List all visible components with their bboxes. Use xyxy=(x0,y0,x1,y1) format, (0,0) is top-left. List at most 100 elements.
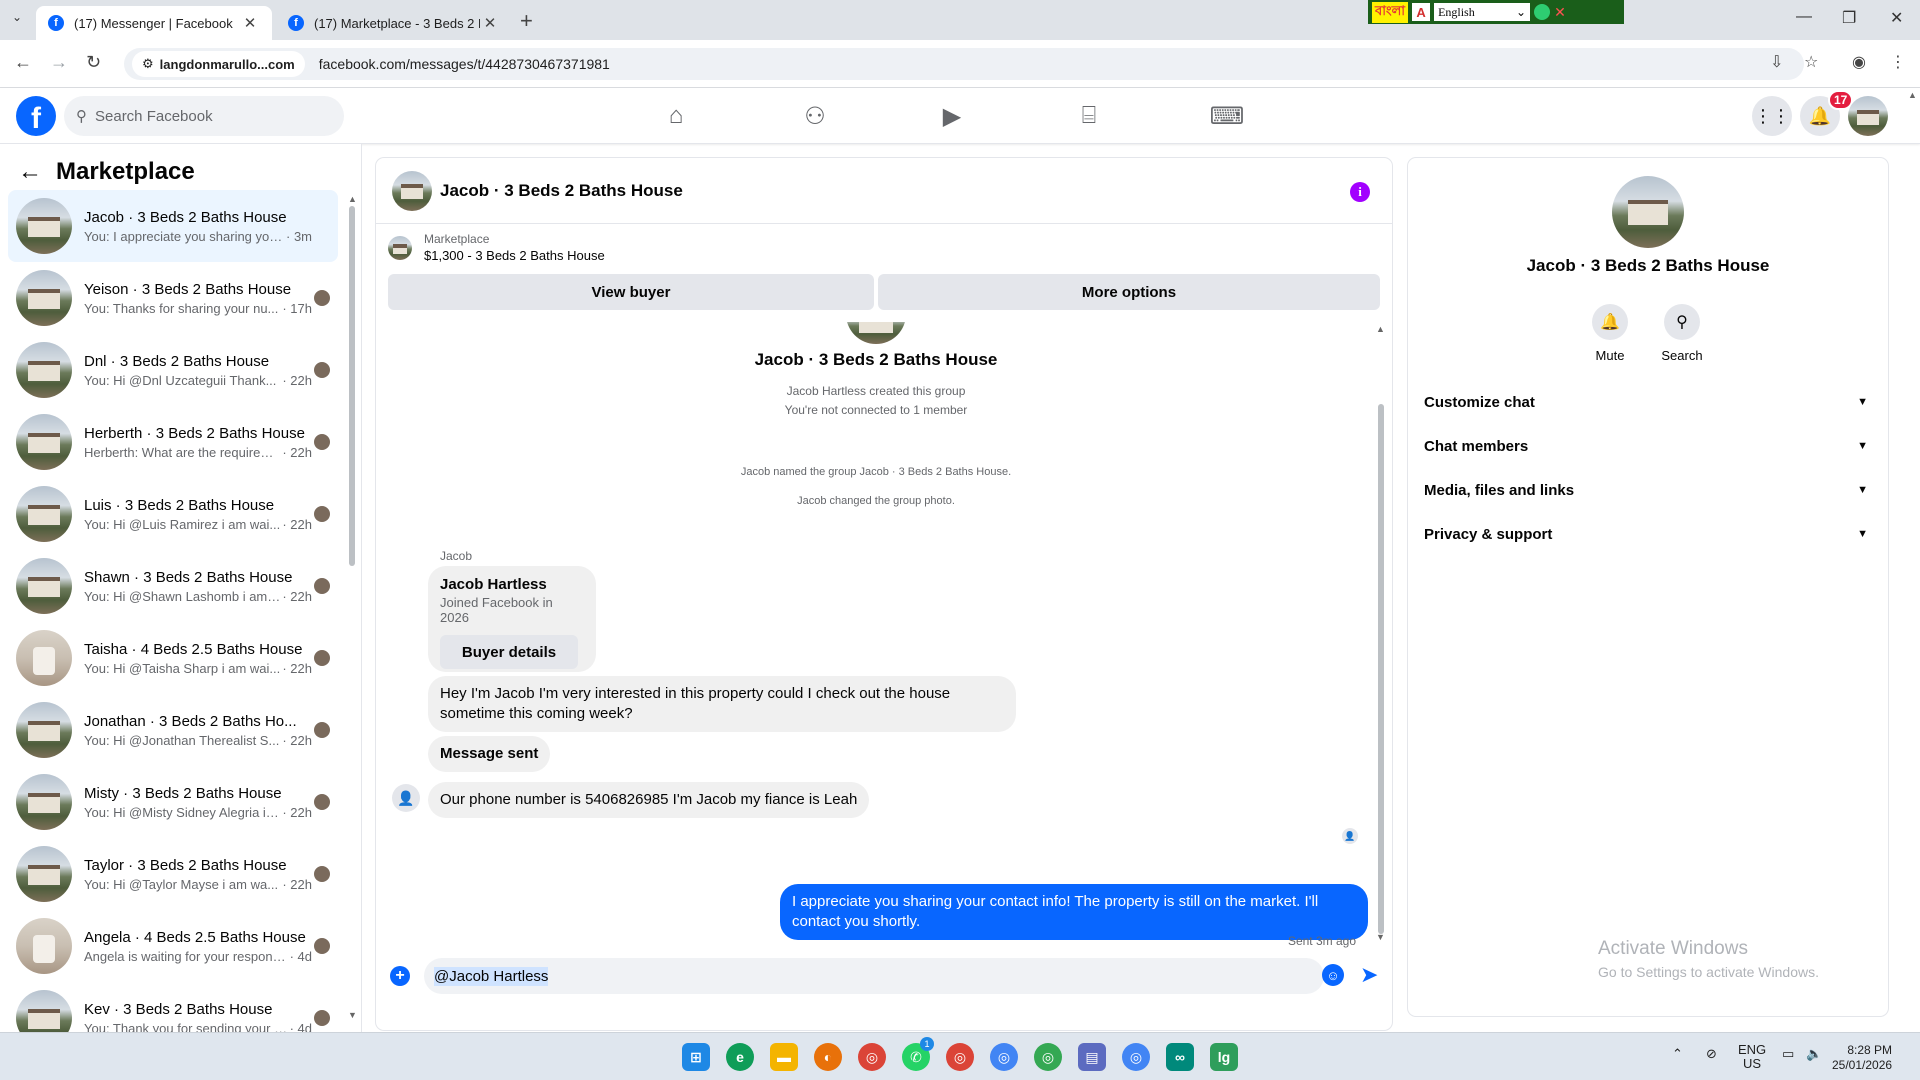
new-tab-button[interactable]: + xyxy=(520,8,533,34)
buyer-details-button[interactable]: Buyer details xyxy=(440,635,578,669)
conversation-item[interactable]: Jacob · 3 Beds 2 Baths House You: I appre… xyxy=(8,190,338,262)
conversation-item[interactable]: Jonathan · 3 Beds 2 Baths Ho... You: Hi @… xyxy=(8,694,338,766)
profile-name[interactable]: Jacob Hartless xyxy=(440,576,584,593)
conversation-item[interactable]: Angela · 4 Beds 2.5 Baths House Angela is… xyxy=(8,910,338,982)
reload-icon[interactable]: ↻ xyxy=(86,52,101,73)
sender-avatar[interactable]: 👤 xyxy=(392,784,420,812)
scrollbar-thumb[interactable] xyxy=(349,206,355,566)
conversation-item[interactable]: Misty · 3 Beds 2 Baths House You: Hi @Mis… xyxy=(8,766,338,838)
tab-marketplace[interactable]: f (17) Marketplace - 3 Beds 2 Bat ✕ xyxy=(276,6,512,40)
conversation-item[interactable]: Yeison · 3 Beds 2 Baths House You: Thanks… xyxy=(8,262,338,334)
menu-grid-icon[interactable]: ⋮⋮ xyxy=(1752,96,1792,136)
conversation-avatar xyxy=(16,414,72,470)
conversation-item[interactable]: Herberth · 3 Beds 2 Baths House Herberth:… xyxy=(8,406,338,478)
close-widget-icon[interactable]: ✕ xyxy=(1554,4,1566,21)
conversation-item[interactable]: Shawn · 3 Beds 2 Baths House You: Hi @Sha… xyxy=(8,550,338,622)
chrome-profile-icon[interactable]: ◎ xyxy=(990,1043,1018,1071)
start-windows-icon[interactable]: ⊞ xyxy=(682,1043,710,1071)
conversation-item[interactable]: Taylor · 3 Beds 2 Baths House You: Hi @Ta… xyxy=(8,838,338,910)
home-icon[interactable]: ⌂ xyxy=(656,102,696,130)
scroll-down-arrow-icon[interactable]: ▼ xyxy=(1376,932,1385,942)
bookmark-star-icon[interactable]: ☆ xyxy=(1804,52,1818,72)
language-indicator[interactable]: ENG US xyxy=(1738,1043,1766,1071)
chrome-profile-icon[interactable]: ◎ xyxy=(1034,1043,1062,1071)
tab-close-icon[interactable]: ✕ xyxy=(480,14,500,32)
edge-icon[interactable]: e xyxy=(726,1043,754,1071)
language-select[interactable]: English ⌄ xyxy=(1434,3,1531,21)
conversation-item[interactable]: Luis · 3 Beds 2 Baths House You: Hi @Luis… xyxy=(8,478,338,550)
app-icon[interactable]: ∞ xyxy=(1166,1043,1194,1071)
conversation-preview: You: Hi @Dnl Uzcateguii Thank... xyxy=(84,372,277,388)
page-scroll-up-arrow-icon[interactable]: ▲ xyxy=(1908,90,1917,100)
message-bubble-outgoing[interactable]: I appreciate you sharing your contact in… xyxy=(780,884,1368,940)
search-action[interactable]: ⚲ Search xyxy=(1642,304,1722,363)
network-icon[interactable]: ⊘ xyxy=(1706,1047,1717,1061)
info-icon[interactable]: i xyxy=(1350,182,1370,202)
facebook-logo-icon[interactable]: f xyxy=(16,96,56,136)
message-bubble-incoming[interactable]: Message sent xyxy=(428,736,551,772)
gaming-icon[interactable]: ⌨ xyxy=(1207,102,1247,131)
chrome-icon[interactable]: ◎ xyxy=(858,1043,886,1071)
firefox-icon[interactable]: ◐ xyxy=(814,1043,842,1071)
chat-avatar[interactable] xyxy=(392,170,432,211)
back-icon[interactable]: ← xyxy=(14,52,32,73)
friends-icon[interactable]: ⚇ xyxy=(795,102,835,131)
search-icon[interactable]: ⚲ xyxy=(1664,304,1700,340)
minimize-icon[interactable]: — xyxy=(1796,8,1812,26)
address-bar[interactable]: ⚙ langdonmarullo...com facebook.com/mess… xyxy=(124,48,1804,80)
site-info-chip[interactable]: ⚙ langdonmarullo...com xyxy=(132,51,305,77)
globe-icon[interactable] xyxy=(1534,4,1551,20)
system-clock[interactable]: 8:28 PM 25/01/2026 xyxy=(1832,1043,1892,1073)
scroll-down-arrow-icon[interactable]: ▼ xyxy=(348,1010,357,1020)
restore-icon[interactable]: ❐ xyxy=(1842,8,1856,28)
close-window-icon[interactable]: ✕ xyxy=(1890,8,1903,28)
section-customize-chat[interactable]: Customize chat ▼ xyxy=(1424,380,1872,424)
message-input[interactable]: @Jacob Hartless xyxy=(424,958,1324,994)
mute-bell-icon[interactable]: 🔔 xyxy=(1592,304,1628,340)
url-text: facebook.com/messages/t/4428730467371981 xyxy=(318,56,610,72)
message-bubble-incoming[interactable]: Hey I'm Jacob I'm very interested in thi… xyxy=(428,676,1016,732)
forward-icon[interactable]: → xyxy=(50,52,68,73)
send-icon[interactable]: ➤ xyxy=(1360,962,1378,988)
account-avatar[interactable] xyxy=(1848,96,1888,136)
details-avatar[interactable] xyxy=(1612,176,1684,248)
back-arrow-icon[interactable]: ← xyxy=(18,158,42,186)
chat-title[interactable]: Jacob · 3 Beds 2 Baths House xyxy=(440,181,683,201)
app-icon[interactable]: ▤ xyxy=(1078,1043,1106,1071)
display-icon[interactable]: ▭ xyxy=(1782,1047,1794,1061)
emoji-icon[interactable]: ☺ xyxy=(1322,964,1344,986)
tab-messenger[interactable]: f (17) Messenger | Facebook ✕ xyxy=(36,6,272,40)
chrome-profile-icon[interactable]: ◎ xyxy=(1122,1043,1150,1071)
message-bubble-incoming[interactable]: Our phone number is 5406826985 I'm Jacob… xyxy=(428,782,870,818)
section-privacy-support[interactable]: Privacy & support ▼ xyxy=(1424,512,1872,556)
marketplace-icon[interactable]: ⌸ xyxy=(1069,102,1109,130)
scroll-up-arrow-icon[interactable]: ▲ xyxy=(348,194,357,204)
tab-search-chevron-icon[interactable]: ⌄ xyxy=(12,10,22,24)
conversation-item[interactable]: Dnl · 3 Beds 2 Baths House You: Hi @Dnl U… xyxy=(8,334,338,406)
sidebar-scrollbar[interactable]: ▲ ▼ xyxy=(348,194,357,1024)
listing-summary[interactable]: Marketplace $1,300 - 3 Beds 2 Baths Hous… xyxy=(388,232,605,263)
profile-icon[interactable]: ◉ xyxy=(1852,52,1866,72)
install-app-icon[interactable]: ⇩ xyxy=(1770,52,1783,72)
browser-menu-icon[interactable]: ⋮ xyxy=(1890,52,1906,72)
facebook-search-input[interactable]: ⚲ Search Facebook xyxy=(64,96,344,136)
volume-icon[interactable]: 🔈 xyxy=(1806,1047,1822,1061)
scroll-up-arrow-icon[interactable]: ▲ xyxy=(1376,324,1385,334)
tray-chevron-up-icon[interactable]: ⌃ xyxy=(1672,1047,1683,1061)
conversation-name: Jacob · 3 Beds 2 Baths House xyxy=(84,208,287,226)
file-explorer-icon[interactable]: ▬ xyxy=(770,1043,798,1071)
section-chat-members[interactable]: Chat members ▼ xyxy=(1424,424,1872,468)
scrollbar-thumb[interactable] xyxy=(1378,404,1384,934)
more-options-button[interactable]: More options xyxy=(878,274,1380,310)
langdon-app-icon[interactable]: lg xyxy=(1210,1043,1238,1071)
section-media-files-links[interactable]: Media, files and links ▼ xyxy=(1424,468,1872,512)
video-icon[interactable]: ▶ xyxy=(932,102,972,131)
chrome-profile-icon[interactable]: ◎ xyxy=(946,1043,974,1071)
thread-scrollbar[interactable]: ▲ ▼ xyxy=(1376,324,1386,944)
acrobat-icon[interactable]: A xyxy=(1412,3,1431,21)
mute-action[interactable]: 🔔 Mute xyxy=(1570,304,1650,363)
view-buyer-button[interactable]: View buyer xyxy=(388,274,874,310)
conversation-item[interactable]: Taisha · 4 Beds 2.5 Baths House You: Hi @… xyxy=(8,622,338,694)
tab-close-icon[interactable]: ✕ xyxy=(240,14,260,32)
add-attachment-plus-icon[interactable]: + xyxy=(390,966,410,986)
